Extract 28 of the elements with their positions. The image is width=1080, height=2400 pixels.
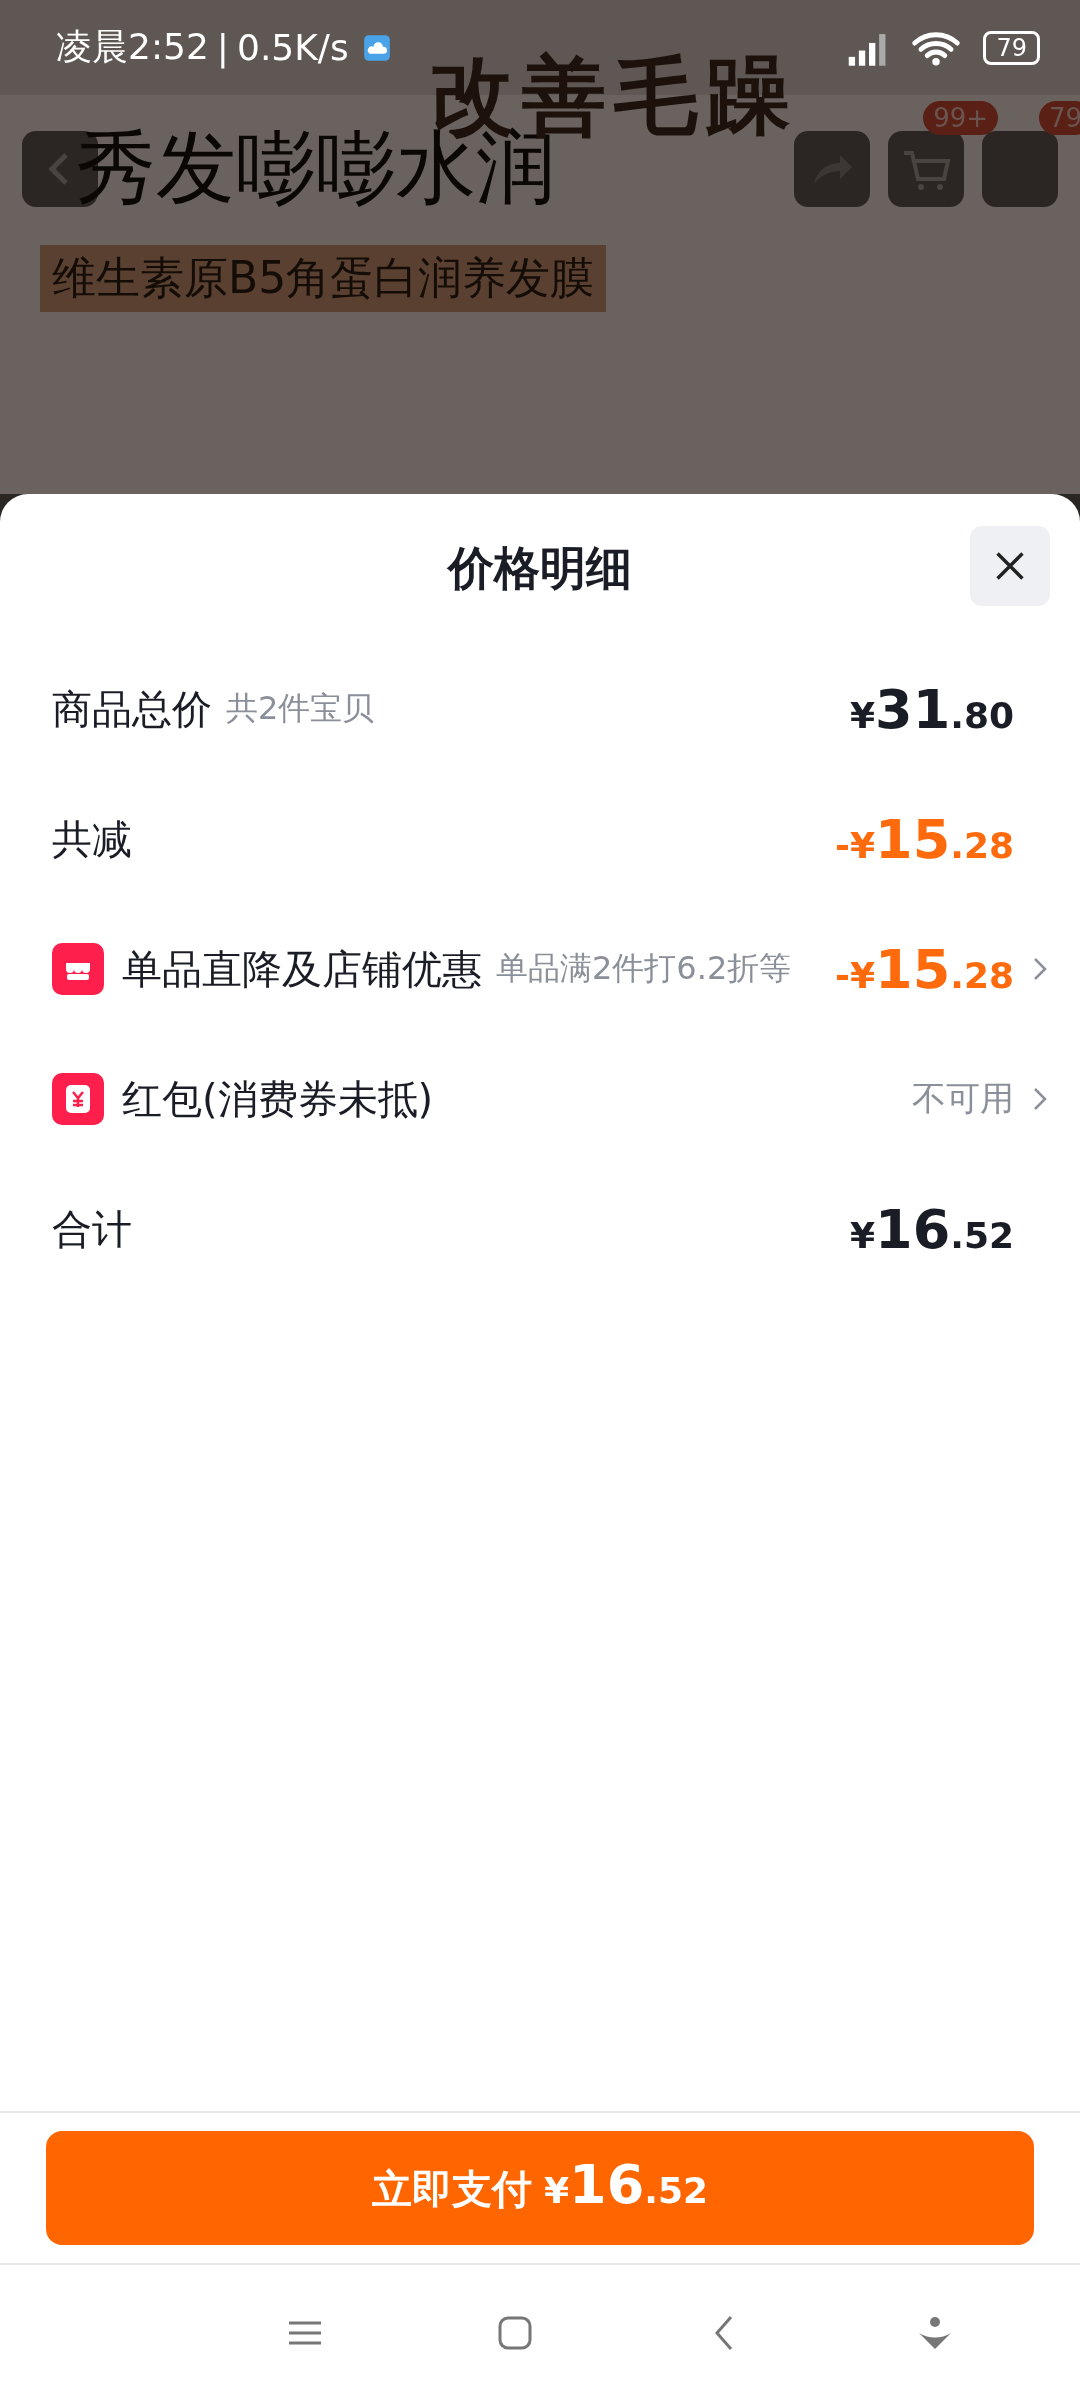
row-label: 红包(消费券未抵) — [122, 1074, 434, 1124]
cloud-icon — [362, 33, 391, 62]
status-text: 不可用 — [912, 1077, 1014, 1120]
chevron-right-icon[interactable] — [1032, 1086, 1048, 1112]
message-badge: 79 — [1038, 101, 1080, 135]
cart-badge: 99+ — [923, 101, 998, 135]
price-text: -¥15.28 — [835, 807, 1014, 871]
product-tag: 维生素原B5角蛋白润养发膜 — [40, 245, 607, 312]
price-text: ¥16.52 — [850, 1197, 1014, 1261]
close-button[interactable] — [970, 526, 1050, 606]
chevron-right-icon[interactable] — [1032, 956, 1048, 982]
network-speed: 0.5K/s — [237, 27, 349, 68]
pay-now-button[interactable]: 立即支付 ¥16.52 — [46, 2131, 1034, 2245]
row-label: 共减 — [52, 814, 132, 864]
row-label: 商品总价 — [52, 684, 212, 734]
row-note: 单品满2件打6.2折等 — [496, 948, 792, 989]
row-label: 单品直降及店铺优惠 — [122, 944, 482, 994]
status-time: 凌晨2:52 — [56, 25, 209, 69]
store-icon — [52, 943, 104, 995]
battery-indicator: 79 — [983, 30, 1040, 65]
row-note: 共2件宝贝 — [226, 688, 375, 729]
price-text: ¥31.80 — [850, 677, 1014, 741]
price-text: -¥15.28 — [835, 937, 1014, 1001]
sheet-title: 价格明细 — [448, 540, 632, 597]
separator: | — [216, 27, 229, 68]
share-button[interactable] — [794, 131, 870, 207]
row-label: 合计 — [52, 1204, 132, 1254]
coupon-icon — [52, 1073, 104, 1125]
